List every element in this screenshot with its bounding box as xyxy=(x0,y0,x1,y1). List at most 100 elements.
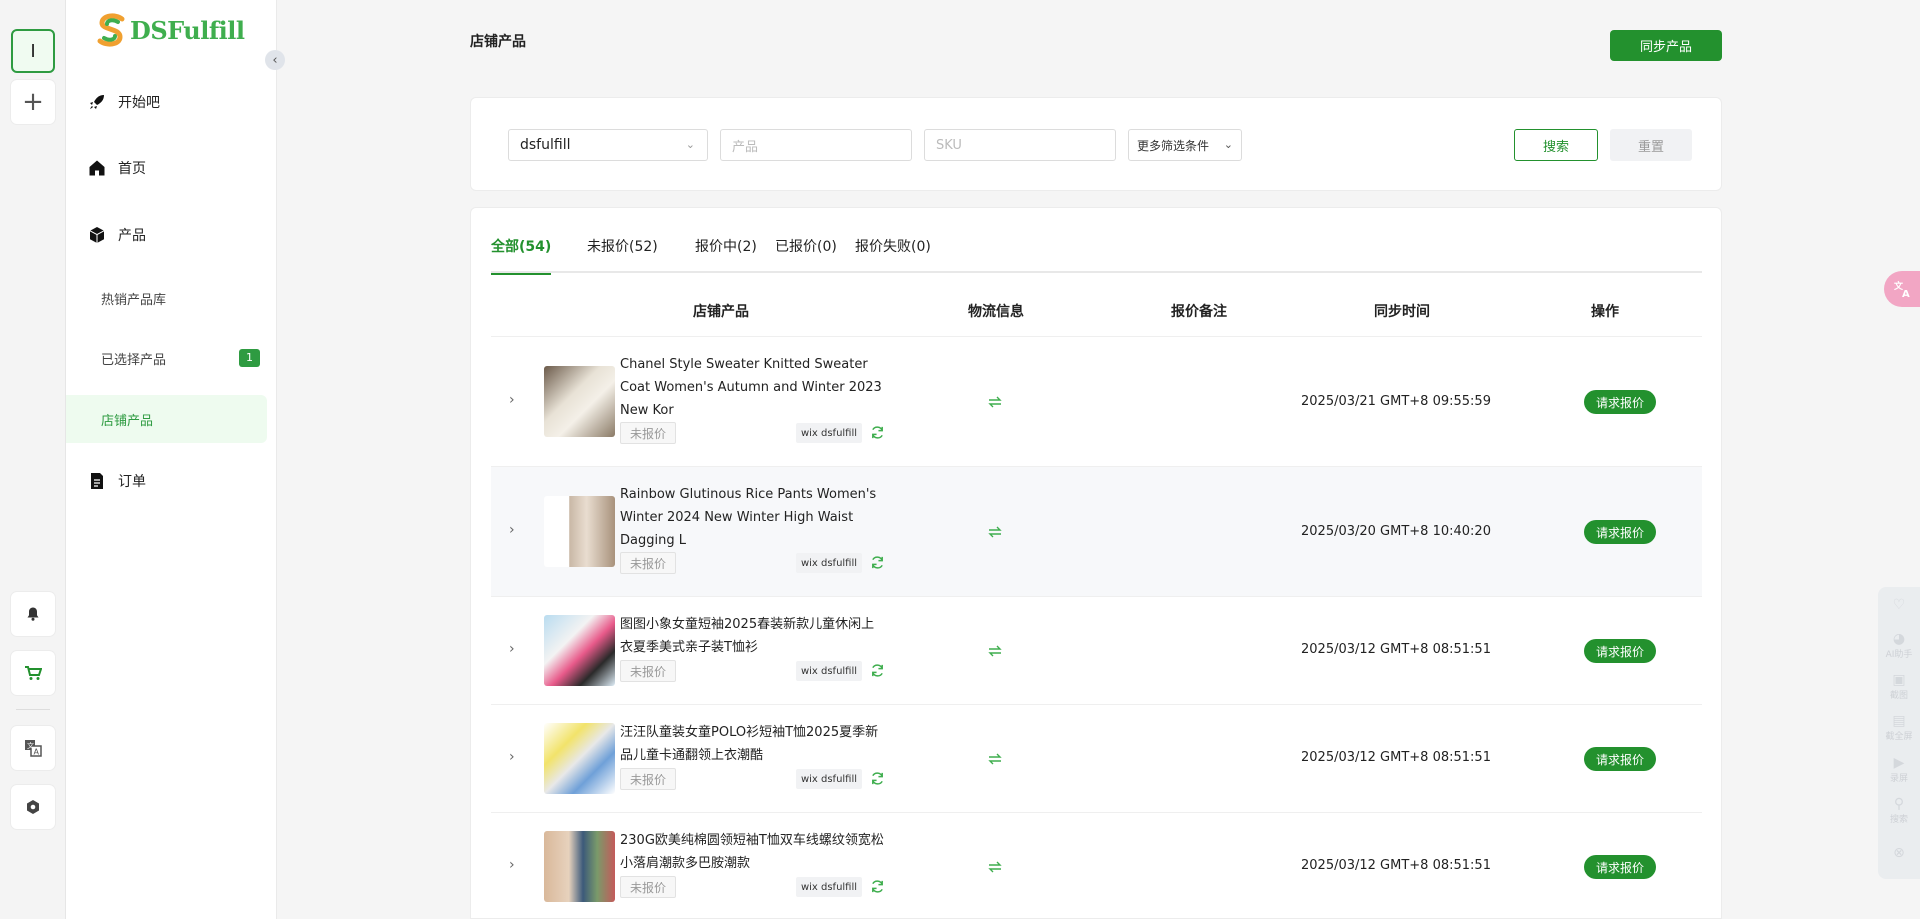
request-quote-button[interactable]: 请求报价 xyxy=(1584,390,1656,414)
logistics-exchange-icon[interactable] xyxy=(987,396,1003,408)
cart-button[interactable] xyxy=(11,651,55,695)
search-button[interactable]: 搜索 xyxy=(1514,129,1598,161)
plus-icon: + xyxy=(22,87,44,117)
sync-time: 2025/03/20 GMT+8 10:40:20 xyxy=(1301,524,1491,539)
tab-quote-failed[interactable]: 报价失败(0) xyxy=(855,232,931,273)
ai-assistant-item[interactable]: ◕ AI助手 xyxy=(1878,631,1920,660)
close-circle-icon[interactable]: ⊗ xyxy=(1878,845,1920,861)
nav-label: 开始吧 xyxy=(118,95,160,111)
product-title[interactable]: Chanel Style Sweater Knitted Sweater Coa… xyxy=(620,353,886,422)
sync-products-button[interactable]: 同步产品 xyxy=(1610,30,1722,61)
sync-icon[interactable] xyxy=(870,879,885,894)
product-thumbnail xyxy=(544,723,615,794)
record-item[interactable]: ▶ 录屏 xyxy=(1878,755,1920,784)
product-title[interactable]: 汪汪队童装女童POLO衫短袖T恤2025夏季新品儿童卡通翻领上衣潮酷 xyxy=(620,721,886,767)
add-workspace-button[interactable]: + xyxy=(11,80,55,124)
nav-item-get-started[interactable]: 开始吧 xyxy=(66,80,277,124)
sub-item-hot-products[interactable]: 热销产品库 xyxy=(66,276,277,320)
store-tag: wix dsfulfill xyxy=(796,877,862,897)
nav-item-products[interactable]: 产品 xyxy=(66,213,277,257)
tab-quoted[interactable]: 已报价(0) xyxy=(775,232,837,273)
request-quote-button[interactable]: 请求报价 xyxy=(1584,639,1656,663)
product-title[interactable]: 图图小象女童短袖2025春装新款儿童休闲上衣夏季美式亲子装T恤衫 xyxy=(620,613,886,659)
sync-icon[interactable] xyxy=(870,555,885,570)
logistics-exchange-icon[interactable] xyxy=(987,861,1003,873)
product-thumbnail xyxy=(544,366,615,437)
product-title[interactable]: Rainbow Glutinous Rice Pants Women's Win… xyxy=(620,483,886,552)
document-icon xyxy=(91,473,103,489)
svg-text:A: A xyxy=(34,748,40,757)
translate-float-button[interactable]: 文A xyxy=(1884,271,1920,307)
collapse-sidebar-button[interactable]: ‹ xyxy=(265,50,285,70)
sub-item-selected-products[interactable]: 已选择产品 1 xyxy=(66,336,277,380)
status-tabs: 全部(54) 未报价(52) 报价中(2) 已报价(0) 报价失败(0) xyxy=(491,232,1702,275)
sync-icon[interactable] xyxy=(870,771,885,786)
sync-icon[interactable] xyxy=(870,425,885,440)
sub-item-store-products[interactable]: 店铺产品 xyxy=(66,395,267,443)
chevron-down-icon: ⌄ xyxy=(1223,138,1233,151)
table-row[interactable]: › 230G欧美纯棉圆领短袖T恤双车线螺纹领宽松小落肩潮款多巴胺潮款 未报价 w… xyxy=(491,813,1702,919)
search-item[interactable]: ⚲ 搜索 xyxy=(1878,796,1920,825)
page-title: 店铺产品 xyxy=(470,34,526,50)
chevron-left-icon: ‹ xyxy=(272,52,278,68)
status-tag: 未报价 xyxy=(620,552,676,574)
screenshot-item[interactable]: ▣ 截图 xyxy=(1878,672,1920,701)
product-thumbnail xyxy=(544,831,615,902)
chevron-right-icon[interactable]: › xyxy=(509,522,515,538)
chevron-right-icon[interactable]: › xyxy=(509,749,515,765)
table-row[interactable]: › 汪汪队童装女童POLO衫短袖T恤2025夏季新品儿童卡通翻领上衣潮酷 未报价… xyxy=(491,705,1702,813)
home-icon xyxy=(89,160,105,176)
sub-label: 已选择产品 xyxy=(101,352,167,368)
camera-icon: ▣ xyxy=(1892,672,1906,688)
store-tag: wix dsfulfill xyxy=(796,661,862,681)
request-quote-button[interactable]: 请求报价 xyxy=(1584,747,1656,771)
logistics-exchange-icon[interactable] xyxy=(987,753,1003,765)
language-button[interactable]: 文A xyxy=(11,726,55,770)
full-screenshot-item[interactable]: ▤ 截全屏 xyxy=(1878,713,1920,742)
column-header: 店铺产品 xyxy=(693,304,749,320)
nav-item-home[interactable]: 首页 xyxy=(66,146,277,190)
tab-all[interactable]: 全部(54) xyxy=(491,232,552,275)
request-quote-button[interactable]: 请求报价 xyxy=(1584,520,1656,544)
store-select[interactable]: dsfulfill ⌄ xyxy=(508,129,708,161)
settings-button[interactable] xyxy=(11,785,55,829)
brand-logo[interactable]: DSFulfill xyxy=(94,12,245,48)
bell-icon xyxy=(27,607,39,621)
sub-label: 热销产品库 xyxy=(101,292,167,308)
chevron-right-icon[interactable]: › xyxy=(509,641,515,657)
request-quote-button[interactable]: 请求报价 xyxy=(1584,855,1656,879)
table-row[interactable]: › 图图小象女童短袖2025春装新款儿童休闲上衣夏季美式亲子装T恤衫 未报价 w… xyxy=(491,597,1702,705)
more-filters-label: 更多筛选条件 xyxy=(1137,138,1210,153)
table-row[interactable]: › Rainbow Glutinous Rice Pants Women's W… xyxy=(491,467,1702,597)
store-tag: wix dsfulfill xyxy=(796,553,862,573)
ai-icon: ◕ xyxy=(1892,631,1906,647)
fullscreen-icon: ▤ xyxy=(1892,713,1906,729)
logistics-exchange-icon[interactable] xyxy=(987,526,1003,538)
chevron-right-icon[interactable]: › xyxy=(509,857,515,873)
heart-shield-icon[interactable]: ♡ xyxy=(1878,597,1920,613)
assistant-toolbar: ♡ ◕ AI助手 ▣ 截图 ▤ 截全屏 ▶ 录屏 ⚲ 搜索 ⊗ xyxy=(1878,587,1920,879)
sync-icon[interactable] xyxy=(870,663,885,678)
column-header: 操作 xyxy=(1591,304,1619,320)
chevron-right-icon[interactable]: › xyxy=(509,392,515,408)
table-row[interactable]: › Chanel Style Sweater Knitted Sweater C… xyxy=(491,337,1702,467)
tab-unquoted[interactable]: 未报价(52) xyxy=(587,232,658,273)
tab-quoting[interactable]: 报价中(2) xyxy=(695,232,757,273)
workspace-letter: I xyxy=(30,40,36,62)
nav-label: 订单 xyxy=(118,474,146,490)
product-title[interactable]: 230G欧美纯棉圆领短袖T恤双车线螺纹领宽松小落肩潮款多巴胺潮款 xyxy=(620,829,886,875)
logistics-exchange-icon[interactable] xyxy=(987,645,1003,657)
workspace-button[interactable]: I xyxy=(11,29,55,73)
sku-search-input[interactable]: SKU xyxy=(924,129,1116,161)
sidebar: DSFulfill ‹ 开始吧 首页 产品 热销产品库 已选择产品 1 店铺产品… xyxy=(66,0,285,919)
box-icon xyxy=(89,227,105,243)
notification-button[interactable] xyxy=(11,592,55,636)
product-search-input[interactable]: 产品 xyxy=(720,129,912,161)
nav-item-orders[interactable]: 订单 xyxy=(66,459,277,503)
nav-label: 首页 xyxy=(118,161,146,177)
more-filters-dropdown[interactable]: 更多筛选条件 ⌄ xyxy=(1128,129,1242,161)
video-icon: ▶ xyxy=(1893,755,1905,771)
status-tag: 未报价 xyxy=(620,422,676,444)
nav-label: 产品 xyxy=(118,228,146,244)
reset-button[interactable]: 重置 xyxy=(1610,129,1692,161)
